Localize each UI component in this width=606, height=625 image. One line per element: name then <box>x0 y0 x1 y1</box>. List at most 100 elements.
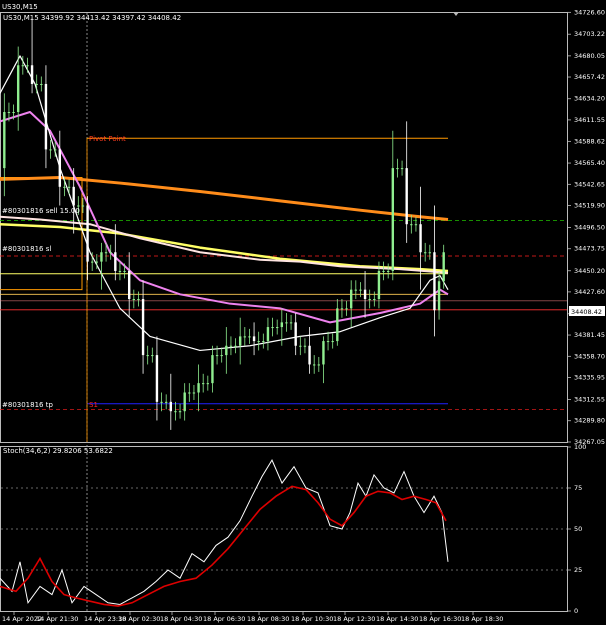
bull-candle <box>275 327 279 329</box>
bull-candle <box>322 341 325 365</box>
bull-candle <box>178 411 182 413</box>
price-tick-label: 34358.70 <box>574 352 605 360</box>
bull-candle <box>377 270 381 299</box>
bull-candle <box>345 308 348 310</box>
time-tick-label: 18 Apr 04:30 <box>160 615 202 623</box>
price-tick-label: 34611.55 <box>574 116 605 124</box>
bull-candle <box>437 281 441 311</box>
bull-candle <box>238 336 242 346</box>
bull-candle <box>63 186 66 188</box>
price-tick-label: 34267.05 <box>574 438 605 446</box>
bull-candle <box>248 336 251 338</box>
bull-candle <box>16 65 20 113</box>
bull-candle <box>331 341 334 343</box>
bull-candle <box>53 149 57 151</box>
time-tick-label: 18 Apr 02:30 <box>118 615 160 623</box>
bear-candle <box>169 401 173 412</box>
bull-candle <box>192 392 196 394</box>
bull-candle <box>317 364 321 366</box>
order-label-sl: #80301816 sl <box>2 245 51 253</box>
bull-candle <box>234 345 237 347</box>
order-label-tp: #80301816 tp <box>2 401 53 409</box>
price-tick-label: 34381.45 <box>574 331 605 339</box>
bull-candle <box>428 252 432 254</box>
price-tick-label: 34565.40 <box>574 159 605 167</box>
trading-chart[interactable]: 1007550250 34726.6034703.2234680.0534657… <box>0 0 606 625</box>
bear-candle <box>141 299 145 356</box>
stoch-level-label: 50 <box>574 525 582 533</box>
bull-candle <box>414 224 418 226</box>
bull-candle <box>164 401 168 403</box>
time-tick-label: 14 Apr 21:30 <box>36 615 78 623</box>
bull-candle <box>257 341 260 343</box>
bull-candle <box>386 270 390 272</box>
price-tick-label: 34634.20 <box>574 95 605 103</box>
bull-candle <box>349 289 353 309</box>
stoch-level-label: 25 <box>574 566 582 574</box>
bull-candle <box>423 252 427 254</box>
time-tick-label: 18 Apr 10:30 <box>291 615 333 623</box>
bull-candle <box>95 261 99 263</box>
bear-candle <box>433 252 436 311</box>
price-tick-label: 34726.60 <box>574 8 605 16</box>
bull-candle <box>188 392 191 394</box>
order-label-sell: #80301816 sell 15.00 <box>2 207 80 215</box>
chart-info-line: US30,M15 34399.92 34413.42 34397.42 3440… <box>3 14 181 22</box>
bull-candle <box>340 308 344 310</box>
price-tick-label: 34496.50 <box>574 223 605 231</box>
bear-candle <box>58 149 62 187</box>
bull-candle <box>40 83 43 85</box>
price-tick-label: 34680.05 <box>574 52 605 60</box>
bull-candle <box>373 299 376 300</box>
bull-candle <box>21 65 25 67</box>
price-tick-label: 34312.55 <box>574 395 605 403</box>
bull-candle <box>280 322 284 328</box>
time-tick-label: 18 Apr 12:30 <box>333 615 375 623</box>
bull-candle <box>26 65 29 67</box>
bull-candle <box>312 364 316 366</box>
bull-candle <box>359 289 362 291</box>
bull-candle <box>67 186 71 188</box>
stoch-level-label: 75 <box>574 484 582 492</box>
bull-candle <box>201 383 205 385</box>
bull-candle <box>391 168 395 271</box>
bull-candle <box>3 112 6 169</box>
price-tick-label: 34519.90 <box>574 202 605 210</box>
current-price-tag: 34408.42 <box>571 308 602 316</box>
price-tick-label: 34473.75 <box>574 245 605 253</box>
price-tick-label: 34427.60 <box>574 288 605 296</box>
price-tick-label: 34335.95 <box>574 374 605 382</box>
bull-candle <box>326 341 330 343</box>
bull-candle <box>151 355 154 357</box>
bear-candle <box>308 345 311 365</box>
time-tick-label: 18 Apr 08:30 <box>247 615 289 623</box>
bear-candle <box>30 65 34 84</box>
bull-candle <box>243 336 247 338</box>
price-tick-label: 34703.22 <box>574 30 605 38</box>
bull-candle <box>303 345 307 347</box>
bear-candle <box>86 205 89 262</box>
stoch-title: Stoch(34,6,2) 29.8206 53.6822 <box>3 447 113 455</box>
bull-candle <box>109 252 112 254</box>
bear-candle <box>419 224 422 253</box>
bull-candle <box>211 355 214 384</box>
bull-candle <box>354 289 358 291</box>
bear-candle <box>72 186 75 206</box>
time-tick-label: 18 Apr 18:30 <box>461 615 503 623</box>
bull-candle <box>197 383 200 393</box>
bull-candle <box>183 392 186 412</box>
bull-candle <box>285 322 288 324</box>
bull-candle <box>174 411 177 413</box>
bull-candle <box>225 345 228 356</box>
bull-candle <box>90 261 94 263</box>
bull-candle <box>35 83 38 85</box>
bull-candle <box>410 224 413 226</box>
price-tick-label: 34657.42 <box>574 73 605 81</box>
bull-candle <box>12 112 15 114</box>
bear-candle <box>127 270 131 299</box>
bull-candle <box>400 168 404 170</box>
bull-candle <box>118 270 122 272</box>
bull-candle <box>266 327 270 342</box>
bull-candle <box>146 355 149 357</box>
bull-candle <box>396 168 399 170</box>
